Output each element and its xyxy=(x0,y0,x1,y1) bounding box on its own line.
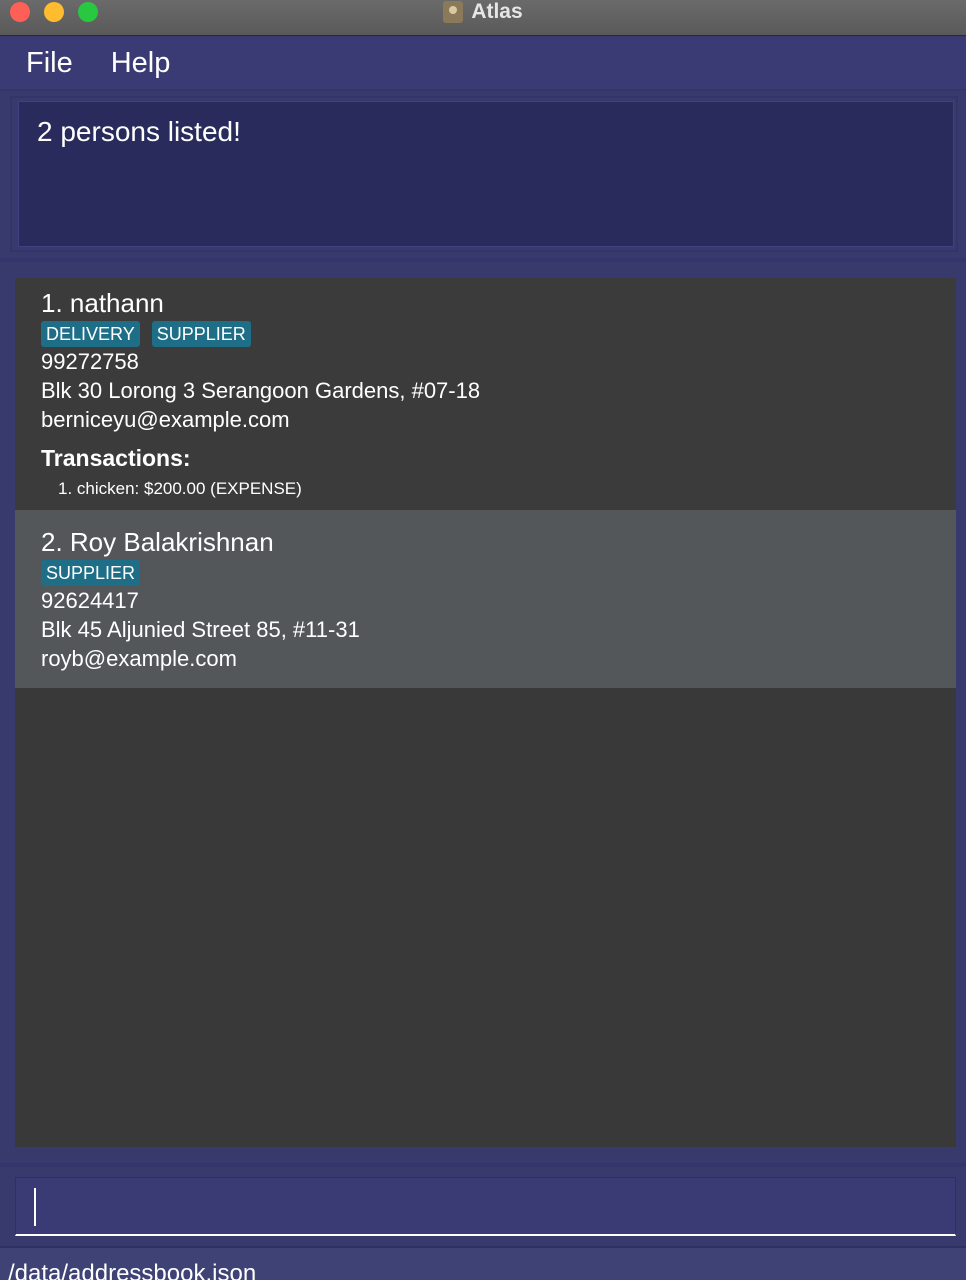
person-card-selected[interactable]: 2. Roy Balakrishnan SUPPLIER 92624417 Bl… xyxy=(15,510,956,688)
status-bar: /data/addressbook.json xyxy=(0,1246,966,1280)
tag-badge: DELIVERY xyxy=(41,321,140,347)
person-phone: 92624417 xyxy=(41,588,139,613)
person-list[interactable]: 1. nathann DELIVERY SUPPLIER 99272758 Bl… xyxy=(15,278,956,1147)
command-input[interactable] xyxy=(40,1186,940,1228)
person-address: Blk 45 Aljunied Street 85, #11-31 xyxy=(41,617,360,642)
tag-list: SUPPLIER xyxy=(41,560,141,586)
window-title-group: Atlas xyxy=(0,0,966,24)
title-bar: Atlas xyxy=(0,0,966,36)
person-email: berniceyu@example.com xyxy=(41,407,290,432)
transaction-item: 1. chicken: $200.00 (EXPENSE) xyxy=(58,479,302,498)
divider xyxy=(0,1163,966,1167)
save-file-path: /data/addressbook.json xyxy=(8,1260,257,1280)
menu-file[interactable]: File xyxy=(26,47,73,80)
result-message: 2 persons listed! xyxy=(37,116,241,147)
divider xyxy=(0,258,966,262)
person-address: Blk 30 Lorong 3 Serangoon Gardens, #07-1… xyxy=(41,378,481,403)
person-phone: 99272758 xyxy=(41,349,139,374)
tag-badge: SUPPLIER xyxy=(41,560,141,586)
contacts-book-icon xyxy=(443,1,464,23)
result-display[interactable]: 2 persons listed! xyxy=(18,101,954,247)
person-name: 2. Roy Balakrishnan xyxy=(41,527,274,557)
transactions-heading: Transactions: xyxy=(41,445,191,471)
person-email: royb@example.com xyxy=(41,646,237,671)
window-title: Atlas xyxy=(471,0,523,23)
menu-help[interactable]: Help xyxy=(111,47,171,80)
tag-badge: SUPPLIER xyxy=(151,321,251,347)
text-caret xyxy=(34,1188,36,1226)
menu-bar: File Help xyxy=(0,37,966,91)
person-card[interactable]: 1. nathann DELIVERY SUPPLIER 99272758 Bl… xyxy=(15,278,956,510)
tag-list: DELIVERY SUPPLIER xyxy=(41,321,251,347)
command-box[interactable] xyxy=(15,1177,956,1236)
person-name: 1. nathann xyxy=(41,288,164,318)
